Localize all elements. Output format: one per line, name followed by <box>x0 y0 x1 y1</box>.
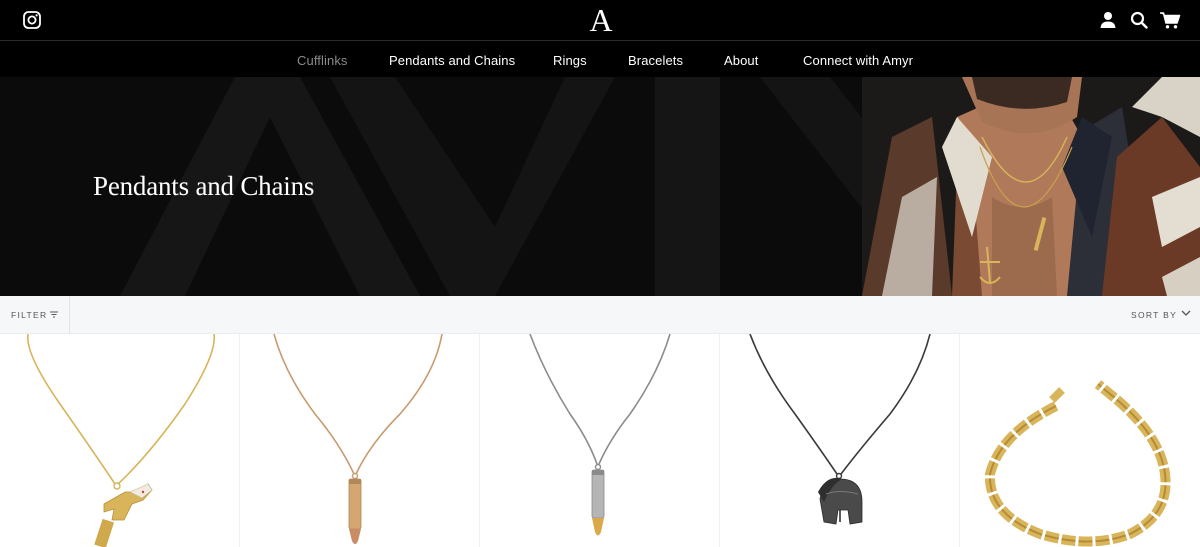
hero-model-image <box>862 77 1200 296</box>
user-icon[interactable] <box>1098 10 1118 30</box>
product-card-bullet-pendant-silver[interactable] <box>480 334 720 547</box>
product-card-bullet-pendant-rose-gold[interactable] <box>240 334 480 547</box>
bullet-pendant-image <box>529 334 671 536</box>
filter-button[interactable]: FILTER <box>0 296 70 334</box>
filter-lines-icon <box>50 311 58 318</box>
product-grid <box>0 334 1200 547</box>
nav-item-pendants-and-chains[interactable]: Pendants and Chains <box>389 53 515 68</box>
sort-label: SORT BY <box>1131 310 1178 320</box>
filter-sort-bar: FILTER SORT BY <box>0 296 1200 334</box>
cart-icon[interactable] <box>1159 10 1181 30</box>
spartan-helmet-pendant-image <box>749 334 931 525</box>
brand-logo[interactable]: A <box>589 3 613 37</box>
nav-item-about[interactable]: About <box>724 53 758 68</box>
instagram-icon[interactable] <box>22 10 42 30</box>
nav-item-bracelets[interactable]: Bracelets <box>628 53 683 68</box>
nav-item-cufflinks[interactable]: Cufflinks <box>297 53 348 68</box>
product-card-chain-bracelet[interactable] <box>960 334 1200 547</box>
top-bar: A <box>0 0 1200 41</box>
revolver-pendant-image <box>27 334 216 547</box>
nav-item-rings[interactable]: Rings <box>553 53 587 68</box>
chain-bracelet-image <box>984 380 1171 547</box>
hero-banner: Pendants and Chains <box>0 77 1200 296</box>
search-icon[interactable] <box>1129 10 1149 30</box>
sort-by-dropdown[interactable]: SORT BY <box>1131 296 1200 334</box>
main-nav: Cufflinks Pendants and Chains Rings Brac… <box>0 41 1200 77</box>
hero-title: Pendants and Chains <box>93 171 315 201</box>
filter-label: FILTER <box>11 310 48 320</box>
product-card-revolver-pendant[interactable] <box>0 334 240 547</box>
nav-item-connect[interactable]: Connect with Amyr <box>803 53 913 68</box>
bullet-pendant-image <box>273 334 443 544</box>
chevron-down-icon <box>1181 310 1191 316</box>
product-card-spartan-helmet-pendant[interactable] <box>720 334 960 547</box>
